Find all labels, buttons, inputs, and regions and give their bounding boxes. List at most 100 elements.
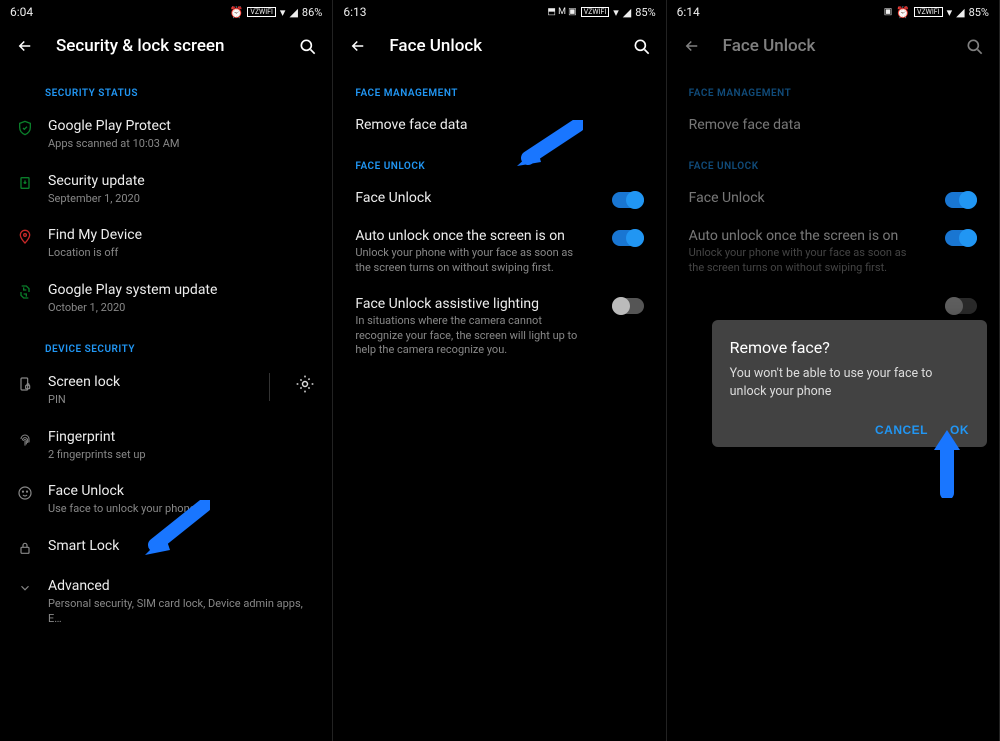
signal-icon: ◢	[289, 6, 297, 19]
row-face-unlock-toggle[interactable]: Face Unlock	[333, 180, 665, 218]
face-icon	[16, 484, 34, 502]
row-sub: Location is off	[48, 246, 316, 261]
wifi-icon: ▾	[613, 6, 619, 19]
toggle-assistive[interactable]	[612, 298, 644, 314]
wifi-tag: VZWIFI	[914, 7, 943, 17]
ok-button[interactable]: OK	[950, 423, 969, 437]
status-time: 6:04	[10, 5, 33, 19]
alarm-icon: ⏰	[896, 6, 910, 19]
row-auto-unlock: Auto unlock once the screen is on Unlock…	[667, 218, 999, 286]
row-fingerprint[interactable]: Fingerprint 2 fingerprints set up	[0, 418, 332, 473]
dialog-body: You won't be able to use your face to un…	[730, 365, 969, 401]
status-time: 6:14	[677, 5, 700, 19]
status-bar: 6:14 ▣ ⏰ VZWIFI ▾ ◢ 85%	[667, 0, 999, 22]
row-remove-face-data[interactable]: Remove face data	[333, 107, 665, 143]
cancel-button[interactable]: CANCEL	[875, 423, 928, 437]
row-assistive-lighting[interactable]: Face Unlock assistive lighting In situat…	[333, 286, 665, 369]
row-title: Face Unlock	[689, 190, 935, 206]
row-screen-lock[interactable]: Screen lock PIN	[0, 363, 332, 418]
row-title: Remove face data	[689, 117, 977, 133]
shield-icon	[16, 119, 34, 137]
status-bar: 6:13 ⬒ M ▣ VZWIFI ▾ ◢ 85%	[333, 0, 665, 22]
header: Security & lock screen	[0, 22, 332, 70]
row-title: Screen lock	[48, 373, 245, 392]
header: Face Unlock	[333, 22, 665, 70]
toggle-face-unlock	[945, 192, 977, 208]
header: Face Unlock	[667, 22, 999, 70]
toggle-auto-unlock	[945, 230, 977, 246]
back-icon[interactable]	[16, 37, 34, 55]
toggle-face-unlock[interactable]	[612, 192, 644, 208]
section-security-status: SECURITY STATUS	[0, 70, 332, 107]
back-icon	[683, 37, 701, 55]
search-icon	[965, 37, 983, 55]
status-time: 6:13	[343, 5, 366, 19]
battery-text: 85%	[635, 6, 655, 19]
screen-security-lock: 6:04 ⏰ VZWIFI ▾ ◢ 86% Security & lock sc…	[0, 0, 333, 741]
location-icon	[16, 228, 34, 246]
row-sub: September 1, 2020	[48, 192, 316, 207]
back-icon[interactable]	[349, 37, 367, 55]
row-advanced[interactable]: Advanced Personal security, SIM card loc…	[0, 567, 332, 637]
row-assistive-partial	[667, 286, 999, 324]
battery-text: 85%	[969, 6, 989, 19]
row-remove-face-data: Remove face data	[667, 107, 999, 143]
signal-icon: ◢	[623, 6, 631, 19]
screen-face-unlock-dialog: 6:14 ▣ ⏰ VZWIFI ▾ ◢ 85% Face Unlock FACE…	[667, 0, 1000, 741]
row-title: Find My Device	[48, 226, 316, 245]
wifi-tag: VZWIFI	[581, 7, 610, 17]
row-title: Face Unlock	[48, 482, 316, 501]
row-sub: PIN	[48, 393, 245, 408]
page-title: Face Unlock	[389, 36, 609, 56]
row-title: Auto unlock once the screen is on	[689, 228, 935, 244]
phone-lock-icon	[16, 375, 34, 393]
row-title: Security update	[48, 172, 316, 191]
row-play-protect[interactable]: Google Play Protect Apps scanned at 10:0…	[0, 107, 332, 162]
notif-icon: ⬒ M ▣	[547, 7, 576, 17]
notif-icon: ▣	[884, 7, 893, 17]
row-title: Advanced	[48, 577, 316, 596]
section-face-unlock: FACE UNLOCK	[667, 143, 999, 180]
section-face-unlock: FACE UNLOCK	[333, 143, 665, 180]
wifi-icon: ▾	[280, 6, 286, 19]
search-icon[interactable]	[632, 37, 650, 55]
row-title: Google Play system update	[48, 281, 316, 300]
dialog-remove-face: Remove face? You won't be able to use yo…	[712, 320, 987, 447]
row-title: Remove face data	[355, 117, 643, 133]
toggle-auto-unlock[interactable]	[612, 230, 644, 246]
system-update-icon	[16, 283, 34, 301]
row-sub: Use face to unlock your phone	[48, 502, 316, 517]
status-right: ⬒ M ▣ VZWIFI ▾ ◢ 85%	[547, 6, 655, 19]
page-title: Face Unlock	[723, 36, 943, 56]
search-icon[interactable]	[298, 37, 316, 55]
chevron-down-icon	[16, 579, 34, 597]
status-right: ⏰ VZWIFI ▾ ◢ 86%	[230, 6, 323, 19]
row-title: Google Play Protect	[48, 117, 316, 136]
row-find-my-device[interactable]: Find My Device Location is off	[0, 216, 332, 271]
row-title: Smart Lock	[48, 537, 316, 556]
row-face-unlock[interactable]: Face Unlock Use face to unlock your phon…	[0, 472, 332, 527]
screen-face-unlock: 6:13 ⬒ M ▣ VZWIFI ▾ ◢ 85% Face Unlock FA…	[333, 0, 666, 741]
dialog-title: Remove face?	[730, 338, 969, 357]
row-sub: In situations where the camera cannot re…	[355, 314, 585, 359]
row-smart-lock[interactable]: Smart Lock	[0, 527, 332, 567]
update-icon	[16, 174, 34, 192]
fingerprint-icon	[16, 430, 34, 448]
row-security-update[interactable]: Security update September 1, 2020	[0, 162, 332, 217]
status-right: ▣ ⏰ VZWIFI ▾ ◢ 85%	[884, 6, 989, 19]
row-auto-unlock[interactable]: Auto unlock once the screen is on Unlock…	[333, 218, 665, 286]
row-sub: Apps scanned at 10:03 AM	[48, 137, 316, 152]
row-sub: Unlock your phone with your face as soon…	[355, 246, 585, 276]
row-title: Face Unlock assistive lighting	[355, 296, 601, 312]
row-play-system-update[interactable]: Google Play system update October 1, 202…	[0, 271, 332, 326]
row-sub: Personal security, SIM card lock, Device…	[48, 597, 316, 627]
battery-text: 86%	[302, 6, 322, 19]
row-sub: October 1, 2020	[48, 301, 316, 316]
section-device-security: DEVICE SECURITY	[0, 326, 332, 363]
gear-icon[interactable]	[294, 373, 316, 395]
divider	[269, 373, 270, 401]
toggle-assistive	[945, 298, 977, 314]
status-bar: 6:04 ⏰ VZWIFI ▾ ◢ 86%	[0, 0, 332, 22]
alarm-icon: ⏰	[230, 6, 244, 19]
row-title: Fingerprint	[48, 428, 316, 447]
